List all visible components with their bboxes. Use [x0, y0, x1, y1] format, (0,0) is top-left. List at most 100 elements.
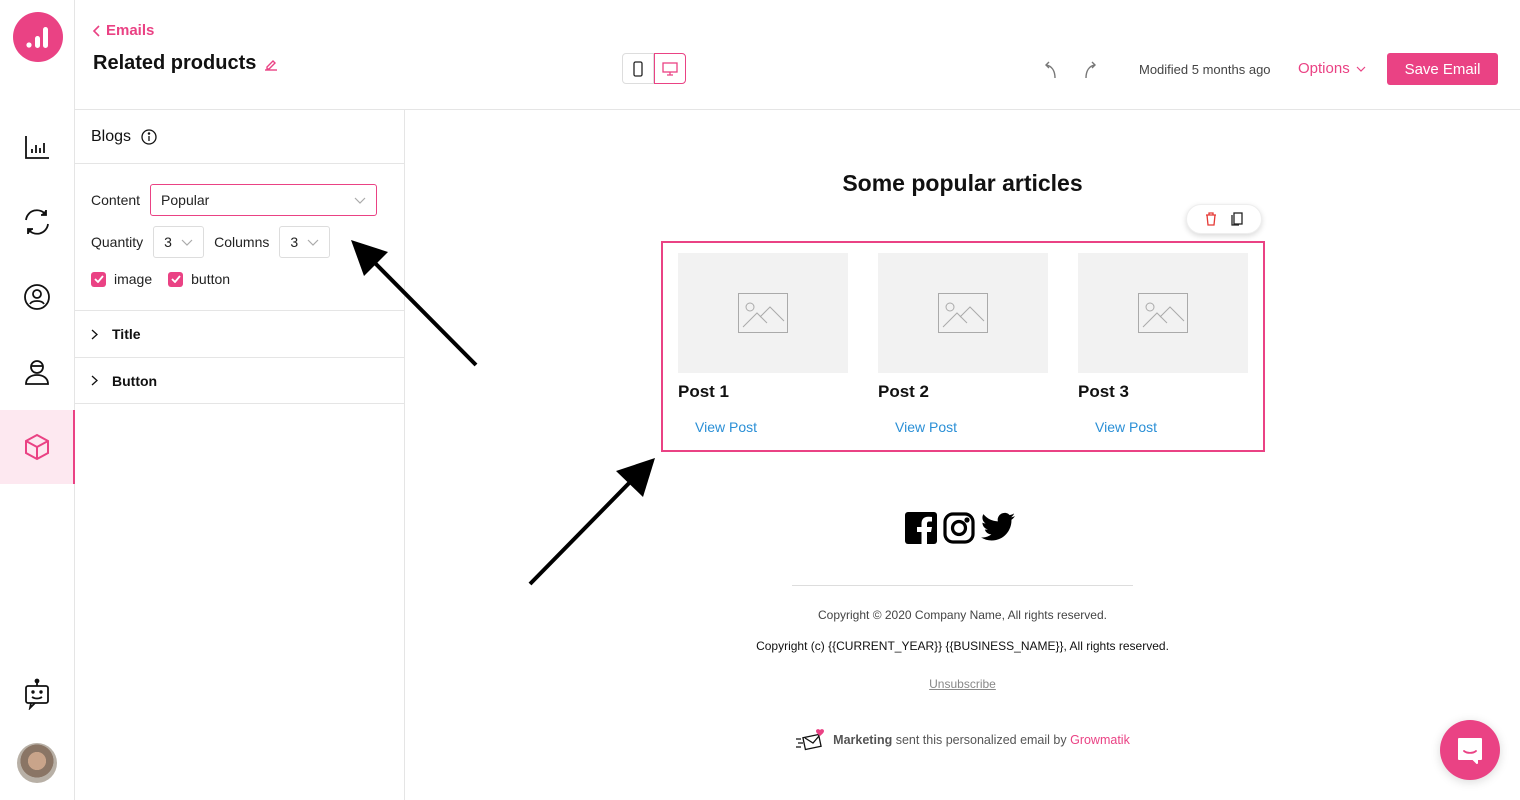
post-card: Post 1 View Post: [678, 253, 848, 435]
content-value: Popular: [161, 192, 210, 208]
customer-icon: [25, 360, 49, 385]
post-image: [678, 253, 848, 373]
modified-status: Modified 5 months ago: [1139, 62, 1271, 77]
love-mail-icon: [796, 729, 825, 751]
chevron-right-icon: [91, 375, 98, 386]
chevron-down-icon: [181, 239, 193, 246]
growmatik-link[interactable]: Growmatik: [1070, 733, 1130, 747]
section-title[interactable]: Title: [75, 310, 405, 357]
content-select[interactable]: Popular: [150, 184, 378, 216]
section-button[interactable]: Button: [75, 357, 405, 404]
post-image: [878, 253, 1048, 373]
save-email-button[interactable]: Save Email: [1387, 53, 1498, 85]
chevron-down-icon: [1356, 66, 1366, 72]
bot-icon: [25, 678, 49, 710]
audience-icon: [24, 284, 50, 310]
trash-icon[interactable]: [1205, 212, 1217, 226]
back-label: Emails: [106, 22, 155, 39]
mobile-icon: [633, 60, 643, 77]
chat-icon: [1458, 738, 1482, 764]
top-bar: Emails Related products Modified 5 month…: [75, 0, 1520, 110]
copyright-line-2: Copyright (c) {{CURRENT_YEAR}} {{BUSINES…: [756, 639, 1169, 653]
columns-label: Columns: [214, 234, 270, 250]
view-post-link[interactable]: View Post: [678, 419, 848, 435]
image-checkbox-label: image: [114, 271, 153, 287]
social-links: [905, 512, 1015, 544]
mobile-view-button[interactable]: [622, 53, 654, 84]
view-post-link[interactable]: View Post: [878, 419, 1048, 435]
button-checkbox[interactable]: [168, 271, 184, 287]
panel-title: Blogs: [91, 127, 132, 145]
post-card: Post 3 View Post: [1078, 253, 1248, 435]
settings-panel: Blogs Content Popular Quantity 3 Columns…: [75, 110, 405, 800]
content-label: Content: [91, 192, 141, 208]
options-label: Options: [1298, 60, 1350, 77]
icon-rail: [0, 0, 75, 800]
columns-value: 3: [290, 234, 299, 250]
sidebar-item-automations[interactable]: [0, 185, 74, 259]
sender-line: Marketing sent this personalized email b…: [405, 729, 1520, 751]
quantity-label: Quantity: [91, 234, 144, 250]
options-dropdown[interactable]: Options: [1298, 60, 1366, 77]
panel-header: Blogs: [75, 110, 404, 164]
blog-posts-block[interactable]: Post 1 View Post Post 2 View Post Post 3…: [661, 241, 1265, 452]
copyright-line-1: Copyright © 2020 Company Name, All right…: [818, 608, 1107, 622]
chevron-left-icon: [92, 24, 100, 37]
post-title: Post 2: [878, 382, 930, 401]
unsubscribe-link[interactable]: Unsubscribe: [405, 677, 1520, 691]
chevron-down-icon: [307, 239, 319, 246]
desktop-icon: [662, 61, 678, 76]
post-title: Post 1: [678, 382, 730, 401]
quantity-columns-row: Quantity 3 Columns 3: [91, 226, 331, 258]
image-placeholder-icon: [1138, 293, 1188, 333]
redo-icon[interactable]: [1082, 59, 1098, 79]
content-row: Content Popular: [91, 184, 378, 216]
undo-icon[interactable]: [1043, 59, 1059, 79]
post-card: Post 2 View Post: [878, 253, 1048, 435]
checkmark-icon: [171, 275, 181, 283]
post-image: [1078, 253, 1248, 373]
view-post-link[interactable]: View Post: [1078, 419, 1248, 435]
app-logo[interactable]: [13, 12, 63, 62]
footer-divider: [792, 585, 1133, 586]
image-placeholder-icon: [738, 293, 788, 333]
chevron-down-icon: [354, 197, 366, 204]
back-link[interactable]: Emails: [92, 22, 154, 39]
desktop-view-button[interactable]: [654, 53, 686, 84]
facebook-icon[interactable]: [905, 512, 937, 544]
instagram-icon[interactable]: [943, 512, 975, 544]
post-title: Post 3: [1078, 382, 1130, 401]
sidebar-item-analytics[interactable]: [0, 110, 74, 184]
checkmark-icon: [93, 275, 104, 283]
sidebar-item-products[interactable]: [0, 410, 75, 484]
quantity-select[interactable]: 3: [153, 226, 205, 258]
columns-select[interactable]: 3: [279, 226, 331, 258]
image-placeholder-icon: [938, 293, 988, 333]
sidebar-item-bot[interactable]: [0, 657, 74, 731]
sidebar-item-audience[interactable]: [0, 260, 74, 334]
device-toggle: [622, 53, 686, 84]
edit-icon[interactable]: [264, 57, 278, 71]
page-title: Related products: [93, 52, 278, 75]
email-heading[interactable]: Some popular articles: [405, 170, 1520, 197]
sender-text: sent this personalized email by: [892, 733, 1071, 747]
sender-name: Marketing: [833, 733, 893, 747]
chevron-right-icon: [91, 329, 98, 339]
duplicate-icon[interactable]: [1231, 212, 1243, 226]
quantity-value: 3: [164, 234, 172, 250]
block-toolbar: [1186, 204, 1262, 234]
image-checkbox[interactable]: [91, 271, 106, 287]
checkbox-row: image button: [91, 271, 230, 287]
sync-icon: [25, 209, 49, 235]
twitter-icon[interactable]: [981, 512, 1015, 542]
button-checkbox-label: button: [191, 271, 231, 287]
info-icon[interactable]: [141, 128, 157, 145]
sidebar-item-customers[interactable]: [0, 335, 74, 409]
section-title-label: Title: [112, 326, 141, 342]
analytics-icon: [25, 136, 49, 159]
avatar[interactable]: [17, 743, 57, 783]
page-title-text: Related products: [93, 52, 257, 74]
email-canvas: Some popular articles Post 1 View Post P…: [405, 110, 1520, 800]
box-icon: [24, 433, 49, 461]
chat-widget-button[interactable]: [1440, 720, 1500, 780]
